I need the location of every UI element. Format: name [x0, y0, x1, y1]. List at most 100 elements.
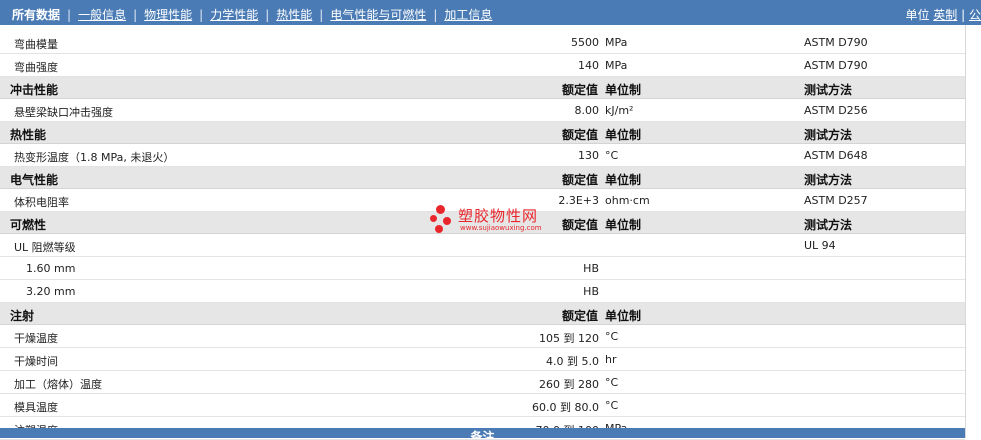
nav-separator: | — [133, 8, 138, 22]
nav-separator: | — [199, 8, 204, 22]
property-row: 悬壁梁缺口冲击强度 8.00 kJ/m² ASTM D256 — [0, 99, 965, 122]
section-header-row: 注射 额定值 单位制 — [0, 303, 965, 325]
property-value: 140 — [578, 59, 599, 72]
nav-separator: | — [265, 8, 270, 22]
section-title: 可燃性 — [10, 218, 47, 232]
unit-column-header: 单位制 — [605, 173, 642, 187]
property-row: 弯曲模量 5500 MPa ASTM D790 — [0, 31, 965, 54]
property-unit: kJ/m² — [605, 104, 634, 117]
nav-tab[interactable]: 加工信息 — [444, 6, 492, 23]
section-header-row: 冲击性能 额定值 单位制 测试方法 — [0, 77, 965, 99]
property-unit: °C — [605, 149, 619, 162]
nav-separator: | — [433, 8, 438, 22]
section-title: 注射 — [10, 309, 35, 323]
logo-dot — [435, 225, 443, 233]
property-unit: °C — [605, 376, 619, 389]
test-method: ASTM D790 — [804, 59, 868, 72]
property-unit: MPa — [605, 59, 628, 72]
logo-dot — [436, 205, 445, 214]
property-name: 弯曲模量 — [14, 38, 58, 51]
property-value: 260 到 280 — [539, 378, 599, 391]
section-title: 冲击性能 — [10, 83, 59, 97]
watermark-title: 塑胶物性网 — [458, 207, 539, 225]
property-row: UL 阻燃等级 UL 94 — [0, 234, 965, 257]
notes-label: 备注 — [470, 430, 495, 438]
unit-label: 单位 — [905, 8, 930, 22]
method-column-header: 测试方法 — [804, 83, 853, 97]
property-name: 干燥时间 — [14, 355, 58, 368]
method-column-header: 测试方法 — [804, 218, 853, 232]
notes-section-header: 备注 — [0, 428, 965, 438]
unit-metric-link[interactable]: 公 — [969, 8, 981, 22]
unit-column-header: 单位制 — [605, 128, 642, 142]
property-name: 模具温度 — [14, 401, 58, 414]
property-unit: °C — [605, 330, 619, 343]
test-method: ASTM D648 — [804, 149, 868, 162]
unit-imperial-link[interactable]: 英制 — [933, 8, 957, 22]
section-title: 电气性能 — [10, 173, 59, 187]
property-row: 弯曲强度 140 MPa ASTM D790 — [0, 54, 965, 77]
nav-tab[interactable]: 所有数据 — [12, 6, 60, 23]
test-method: ASTM D257 — [804, 194, 868, 207]
value-column-header: 额定值 — [561, 128, 598, 142]
method-column-header: 测试方法 — [804, 128, 853, 142]
property-row: 1.60 mm HB — [0, 257, 965, 280]
watermark-logo: 塑胶物性网 www.sujiaowuxing.com — [430, 203, 565, 235]
property-name: 弯曲强度 — [14, 61, 58, 74]
nav-separator: | — [67, 8, 72, 22]
test-method: ASTM D256 — [804, 104, 868, 117]
nav-tab[interactable]: 热性能 — [276, 6, 312, 23]
test-method: ASTM D790 — [804, 36, 868, 49]
category-nav-bar: 所有数据 | 一般信息 | 物理性能 | 力学性能 | 热性能 | 电气性能与可燃性 | 加工信息 单位… — [0, 0, 981, 25]
property-row: 干燥温度 105 到 120 °C — [0, 325, 965, 348]
unit-column-header: 单位制 — [605, 83, 642, 97]
unit-switcher: 单位 英制 | 公 — [905, 6, 981, 23]
section-header-row: 热性能 额定值 单位制 测试方法 — [0, 122, 965, 144]
property-row: 干燥时间 4.0 到 5.0 hr — [0, 348, 965, 371]
property-name: 体积电阻率 — [14, 196, 69, 209]
property-unit: MPa — [605, 36, 628, 49]
unit-column-header: 单位制 — [605, 309, 642, 323]
property-name: 悬壁梁缺口冲击强度 — [14, 106, 113, 119]
property-unit: °C — [605, 399, 619, 412]
property-name: 1.60 mm — [26, 262, 76, 275]
property-value: 105 到 120 — [539, 332, 599, 345]
value-column-header: 额定值 — [561, 173, 598, 187]
property-row: 模具温度 60.0 到 80.0 °C — [0, 394, 965, 417]
property-name: 热变形温度（1.8 MPa, 未退火） — [14, 151, 175, 164]
property-value: HB — [583, 285, 599, 298]
property-value: HB — [583, 262, 599, 275]
property-row: 热变形温度（1.8 MPa, 未退火） 130 °C ASTM D648 — [0, 144, 965, 167]
nav-tab[interactable]: 力学性能 — [210, 6, 258, 23]
watermark-url: www.sujiaowuxing.com — [460, 224, 542, 232]
property-value: 130 — [578, 149, 599, 162]
property-row: 加工（熔体）温度 260 到 280 °C — [0, 371, 965, 394]
property-unit: hr — [605, 353, 617, 366]
vertical-scrollbar[interactable] — [965, 25, 981, 438]
property-value: 4.0 到 5.0 — [546, 355, 599, 368]
nav-tab[interactable]: 一般信息 — [78, 6, 126, 23]
logo-dot — [430, 215, 437, 222]
property-unit: ohm·cm — [605, 194, 650, 207]
method-column-header: 测试方法 — [804, 173, 853, 187]
section-title: 热性能 — [10, 128, 47, 142]
value-column-header: 额定值 — [561, 83, 598, 97]
property-value: 60.0 到 80.0 — [532, 401, 599, 414]
nav-tabs: 所有数据 | 一般信息 | 物理性能 | 力学性能 | 热性能 | 电气性能与可燃性 | 加工信息 — [12, 6, 492, 23]
value-column-header: 额定值 — [561, 218, 598, 232]
property-name: UL 阻燃等级 — [14, 241, 76, 254]
property-table: 弯曲模量 5500 MPa ASTM D790 弯曲强度 140 MPa ASTM D790 冲… — [0, 31, 965, 440]
nav-tab[interactable]: 物理性能 — [144, 6, 192, 23]
property-name: 3.20 mm — [26, 285, 76, 298]
property-value: 8.00 — [574, 104, 600, 117]
property-value: 5500 — [571, 36, 599, 49]
nav-separator: | — [961, 8, 969, 22]
logo-dot — [443, 217, 451, 225]
value-column-header: 额定值 — [561, 309, 598, 323]
property-name: 加工（熔体）温度 — [14, 378, 102, 391]
property-name: 干燥温度 — [14, 332, 58, 345]
section-header-row: 电气性能 额定值 单位制 测试方法 — [0, 167, 965, 189]
property-row: 3.20 mm HB — [0, 280, 965, 303]
nav-separator: | — [319, 8, 324, 22]
nav-tab[interactable]: 电气性能与可燃性 — [330, 6, 426, 23]
